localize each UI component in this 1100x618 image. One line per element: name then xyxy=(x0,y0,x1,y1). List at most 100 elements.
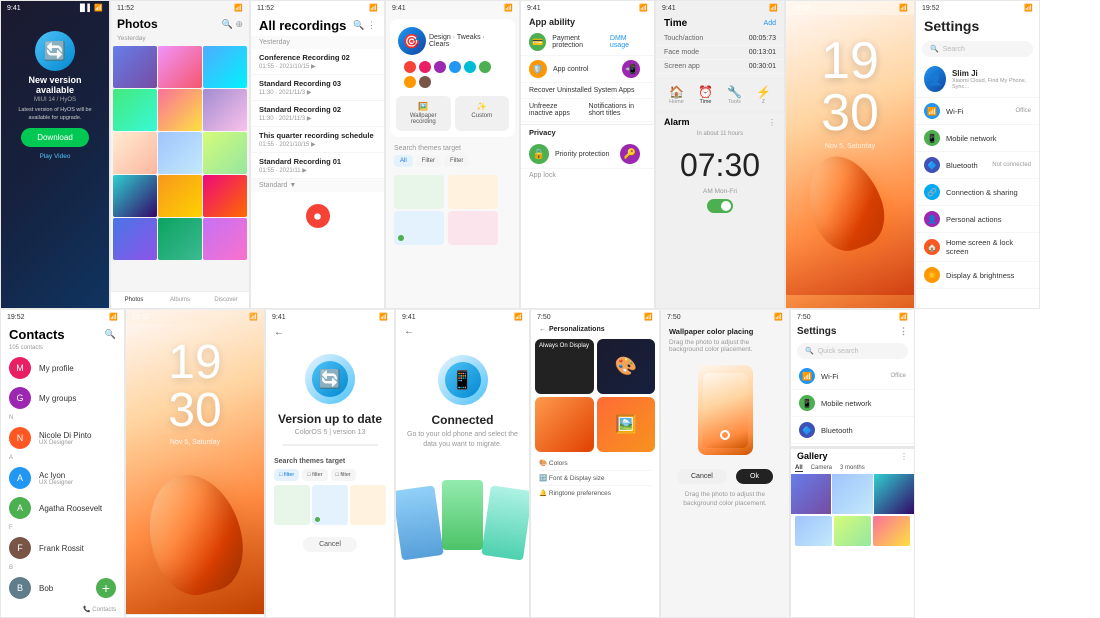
gallery-item[interactable] xyxy=(203,132,247,174)
ability-recover[interactable]: Recover Uninstalled System Apps xyxy=(521,83,654,99)
alarm-toggle[interactable] xyxy=(707,199,733,213)
time-item-touch: Touch/action 00:05:73 xyxy=(656,32,784,46)
back-arrow-version[interactable]: ← xyxy=(274,327,284,338)
gallery-item[interactable] xyxy=(158,46,202,88)
pers-item-orange[interactable] xyxy=(535,397,594,452)
tab-z[interactable]: ⚡ Z xyxy=(756,85,771,105)
theme-filter-2[interactable]: □ filter xyxy=(302,469,327,481)
theme-filter-1[interactable]: □ filter xyxy=(274,469,299,481)
contact-frank[interactable]: F Frank Rossit xyxy=(1,533,124,563)
settings2-bluetooth[interactable]: 🔷 Bluetooth xyxy=(791,417,914,444)
pers-ringtone[interactable]: 🔔 Ringtone preferences xyxy=(539,486,651,500)
contact-mygroups[interactable]: G My groups xyxy=(1,383,124,413)
gallery-bottom-item[interactable] xyxy=(874,474,914,514)
pers-title: Personalizations xyxy=(549,326,605,333)
back-arrow-pers[interactable]: ← xyxy=(539,326,546,333)
version-logo: 🔄 xyxy=(305,354,355,404)
cancel-button[interactable]: Cancel xyxy=(303,537,357,552)
gallery-item[interactable] xyxy=(203,175,247,217)
panel-wallpaper-color: 7:50 📶 Wallpaper color placing Drag the … xyxy=(660,309,790,618)
gallery-item[interactable] xyxy=(113,132,157,174)
settings-mobile[interactable]: 📱 Mobile network xyxy=(916,125,1039,152)
pers-item-themes[interactable]: 🎨 xyxy=(597,339,656,394)
settings2-wifi[interactable]: 📶 Wi-Fi Office xyxy=(791,363,914,390)
ability-payment[interactable]: 💳 Payment protection DMM usage xyxy=(521,29,654,56)
contact-bob[interactable]: B Bob + xyxy=(1,573,124,603)
settings-homescreen[interactable]: 🏠 Home screen & lock screen xyxy=(916,233,1039,262)
recording-item[interactable]: Standard Recording 01 01:55 · 2021/11 ▶ xyxy=(251,153,384,179)
panel-wallpaper-bottom: 19:52 📶 1930 Nov 5, Saturday xyxy=(125,309,265,618)
pers-item-dark[interactable]: Always On Display xyxy=(535,339,594,394)
record-button[interactable]: ⏺ xyxy=(306,204,330,228)
status-bar-update: 9:41 ▐▌▌ 📶 xyxy=(1,1,109,15)
connected-logo: 📱 xyxy=(438,355,488,405)
contact-nicole[interactable]: N Nicole Di Pinto UX Designer xyxy=(1,423,124,453)
time-title: Time xyxy=(664,18,687,29)
filter-all[interactable]: All xyxy=(394,155,413,167)
tab-time[interactable]: ⏰ Time xyxy=(698,85,713,105)
gallery-title: Photos xyxy=(117,17,158,31)
privacy-label: Privacy xyxy=(521,124,654,140)
theme-filter-3[interactable]: □ filter xyxy=(331,469,356,481)
connected-title: Connected xyxy=(396,413,529,427)
recording-item[interactable]: Standard Recording 02 11:30 · 2021/11/3 … xyxy=(251,101,384,127)
play-video-link[interactable]: Play Video xyxy=(9,153,101,160)
gallery-item[interactable] xyxy=(203,46,247,88)
gallery-item[interactable] xyxy=(113,89,157,131)
tab-tools[interactable]: 🔧 Tools xyxy=(727,85,742,105)
cancel-btn-wpc[interactable]: Cancel xyxy=(677,469,727,484)
gallery-item[interactable] xyxy=(113,175,157,217)
settings-bottom-search[interactable]: 🔍 Quick search xyxy=(797,343,908,359)
gallery-bottom-item[interactable] xyxy=(832,474,872,514)
contact-myprofile[interactable]: M My profile xyxy=(1,353,124,383)
ability-appcontrol[interactable]: 🛡️ App control 📲 xyxy=(521,56,654,83)
tab-albums[interactable]: Albums xyxy=(157,295,203,305)
settings-search[interactable]: 🔍 Search xyxy=(922,41,1033,57)
recording-item[interactable]: Standard Recording 03 11:30 · 2021/11/3 … xyxy=(251,75,384,101)
wallpaper-recording-card[interactable]: 🖼️ Wallpaper recording xyxy=(396,96,451,131)
add-btn[interactable]: Add xyxy=(764,20,776,27)
gallery-tab-camera[interactable]: Camera xyxy=(811,465,832,472)
pers-font[interactable]: 🔡 Font & Display size xyxy=(539,471,651,486)
recording-item[interactable]: Conference Recording 02 01:55 · 2021/10/… xyxy=(251,49,384,75)
pers-item-wallpaper[interactable]: 🖼️ xyxy=(597,397,656,452)
gallery-item[interactable] xyxy=(203,218,247,260)
gallery-item[interactable] xyxy=(158,89,202,131)
gallery-bottom-item[interactable] xyxy=(791,474,831,514)
recordings-title: All recordings xyxy=(259,18,346,33)
tab-home[interactable]: 🏠 Home xyxy=(669,85,684,105)
time-item-screen: Screen app 00:30:01 xyxy=(656,60,784,74)
recording-item[interactable]: This quarter recording schedule 01:55 · … xyxy=(251,127,384,153)
custom-card[interactable]: ✨ Custom xyxy=(455,96,510,131)
status-bar-pers: 7:50 📶 xyxy=(531,310,659,324)
back-arrow-connected[interactable]: ← xyxy=(404,326,414,337)
gallery-tab-months[interactable]: 3 months xyxy=(840,465,865,472)
gallery-tab-all[interactable]: All xyxy=(795,465,803,472)
pers-colors[interactable]: 🎨 Colors xyxy=(539,456,651,471)
ok-btn-wpc[interactable]: Ok xyxy=(736,469,773,484)
gallery-item[interactable] xyxy=(113,46,157,88)
ability-unfreeze[interactable]: Unfreeze inactive apps Notifications in … xyxy=(521,99,654,122)
privacy-protection[interactable]: 🔒 Priority protection 🔑 xyxy=(521,140,654,169)
settings-wifi[interactable]: 📶 Wi-Fi Office xyxy=(916,98,1039,125)
gallery-item[interactable] xyxy=(158,132,202,174)
wallpaper-preview[interactable] xyxy=(698,365,753,455)
contact-ac[interactable]: A Ac lyon UX Designer xyxy=(1,463,124,493)
settings2-mobile[interactable]: 📱 Mobile network xyxy=(791,390,914,417)
gallery-item[interactable] xyxy=(158,218,202,260)
gallery-item[interactable] xyxy=(113,218,157,260)
settings-bluetooth[interactable]: 🔷 Bluetooth Not connected xyxy=(916,152,1039,179)
filter-2[interactable]: Filter xyxy=(444,155,469,167)
settings-connection[interactable]: 🔗 Connection & sharing xyxy=(916,179,1039,206)
settings-display[interactable]: ☀️ Display & brightness xyxy=(916,262,1039,289)
add-contact-btn[interactable]: + xyxy=(96,578,116,598)
status-bar-rec: 11:52 📶 xyxy=(251,1,384,15)
gallery-item[interactable] xyxy=(158,175,202,217)
tab-photos[interactable]: Photos xyxy=(111,295,157,305)
contact-agatha[interactable]: A Agatha Roosevelt xyxy=(1,493,124,523)
settings-personal[interactable]: 👤 Personal actions xyxy=(916,206,1039,233)
gallery-item[interactable] xyxy=(203,89,247,131)
download-button[interactable]: Download xyxy=(21,128,89,147)
tab-discover[interactable]: Discover xyxy=(203,295,249,305)
filter-1[interactable]: Filter xyxy=(416,155,441,167)
